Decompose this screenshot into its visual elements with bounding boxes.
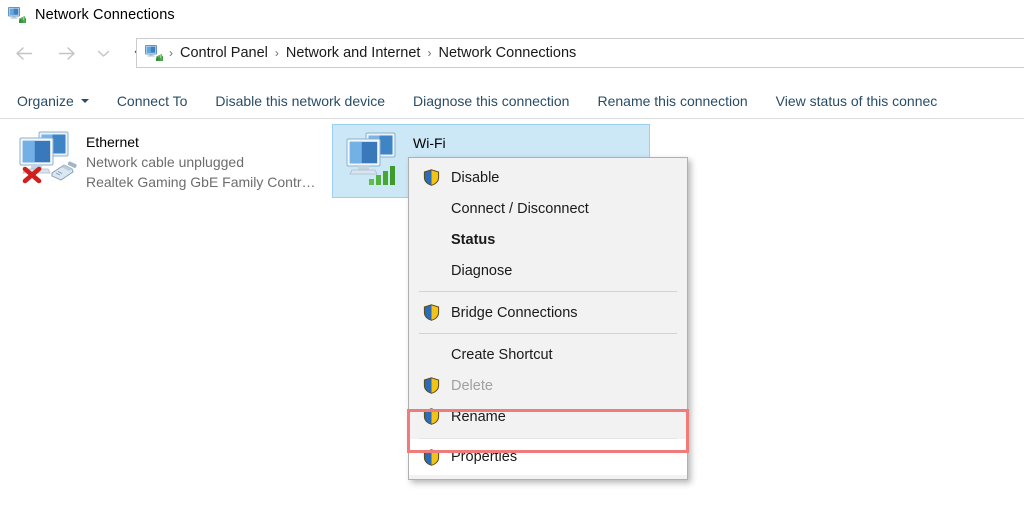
command-view-status-of-this-connection[interactable]: View status of this connec [762, 84, 952, 118]
shield-icon [421, 407, 441, 427]
context-menu-item-diagnose-label: Diagnose [451, 263, 512, 279]
window-title: Network Connections [35, 7, 175, 23]
connection-ethernet-name: Ethernet [86, 132, 316, 152]
context-menu-item-rename-label: Rename [451, 409, 506, 425]
back-arrow-icon[interactable] [8, 38, 40, 70]
command-organize-label: Organize [17, 93, 74, 109]
context-menu-item-properties[interactable]: Properties [409, 439, 687, 475]
context-menu-item-create-shortcut-label: Create Shortcut [451, 347, 553, 363]
menu-icon-placeholder [421, 199, 441, 219]
context-menu-item-disable[interactable]: Disable [409, 162, 687, 193]
context-menu-item-delete-label: Delete [451, 378, 493, 394]
caret-down-icon [81, 99, 89, 103]
menu-icon-placeholder [421, 261, 441, 281]
command-disable-this-network-device[interactable]: Disable this network device [201, 84, 399, 118]
connection-item-ethernet[interactable]: Ethernet Network cable unplugged Realtek… [6, 124, 326, 198]
context-menu-item-connect-disconnect[interactable]: Connect / Disconnect [409, 193, 687, 224]
connection-wifi-name: Wi-Fi [413, 133, 541, 153]
title-bar: Network Connections [0, 0, 1024, 30]
command-diagnose-this-connection[interactable]: Diagnose this connection [399, 84, 583, 118]
command-rename-this-connection[interactable]: Rename this connection [583, 84, 761, 118]
connection-ethernet-device: Realtek Gaming GbE Family Contr… [86, 172, 316, 192]
context-menu-item-properties-label: Properties [451, 449, 517, 465]
address-bar[interactable]: › Control Panel › Network and Internet ›… [136, 38, 1024, 68]
context-menu-item-status-label: Status [451, 232, 495, 248]
context-menu-item-rename[interactable]: Rename [409, 401, 687, 432]
shield-icon [421, 168, 441, 188]
context-menu-item-create-shortcut[interactable]: Create Shortcut [409, 339, 687, 370]
context-menu-item-bridge-connections-label: Bridge Connections [451, 305, 578, 321]
ethernet-adapter-icon [12, 128, 82, 190]
menu-icon-placeholder [421, 230, 441, 250]
network-connections-window: Network Connections [0, 0, 1024, 512]
command-connect-to[interactable]: Connect To [103, 84, 202, 118]
wifi-adapter-icon [339, 129, 409, 191]
breadcrumb-network-and-internet[interactable]: Network and Internet [280, 45, 427, 61]
shield-icon [421, 376, 441, 396]
context-menu-item-delete: Delete [409, 370, 687, 401]
address-bar-network-connections-icon [145, 45, 164, 62]
command-organize[interactable]: Organize [0, 84, 103, 118]
connection-ethernet-status: Network cable unplugged [86, 152, 316, 172]
connection-ethernet-text: Ethernet Network cable unplugged Realtek… [82, 128, 316, 192]
shield-icon [421, 303, 441, 323]
network-connections-icon [8, 7, 27, 24]
context-menu-item-diagnose[interactable]: Diagnose [409, 255, 687, 286]
shield-icon [421, 447, 441, 467]
command-bar: Organize Connect To Disable this network… [0, 84, 1024, 119]
chevron-down-icon[interactable] [92, 38, 114, 70]
context-menu-separator [419, 291, 677, 292]
context-menu-item-bridge-connections[interactable]: Bridge Connections [409, 297, 687, 328]
breadcrumb-control-panel[interactable]: Control Panel [174, 45, 274, 61]
context-menu-separator [419, 333, 677, 334]
context-menu: Disable Connect / Disconnect Status Diag… [408, 157, 688, 480]
forward-arrow-icon[interactable] [50, 38, 82, 70]
breadcrumb-network-connections[interactable]: Network Connections [432, 45, 582, 61]
context-menu-item-status[interactable]: Status [409, 224, 687, 255]
context-menu-item-connect-disconnect-label: Connect / Disconnect [451, 201, 589, 217]
menu-icon-placeholder [421, 345, 441, 365]
context-menu-item-disable-label: Disable [451, 170, 499, 186]
